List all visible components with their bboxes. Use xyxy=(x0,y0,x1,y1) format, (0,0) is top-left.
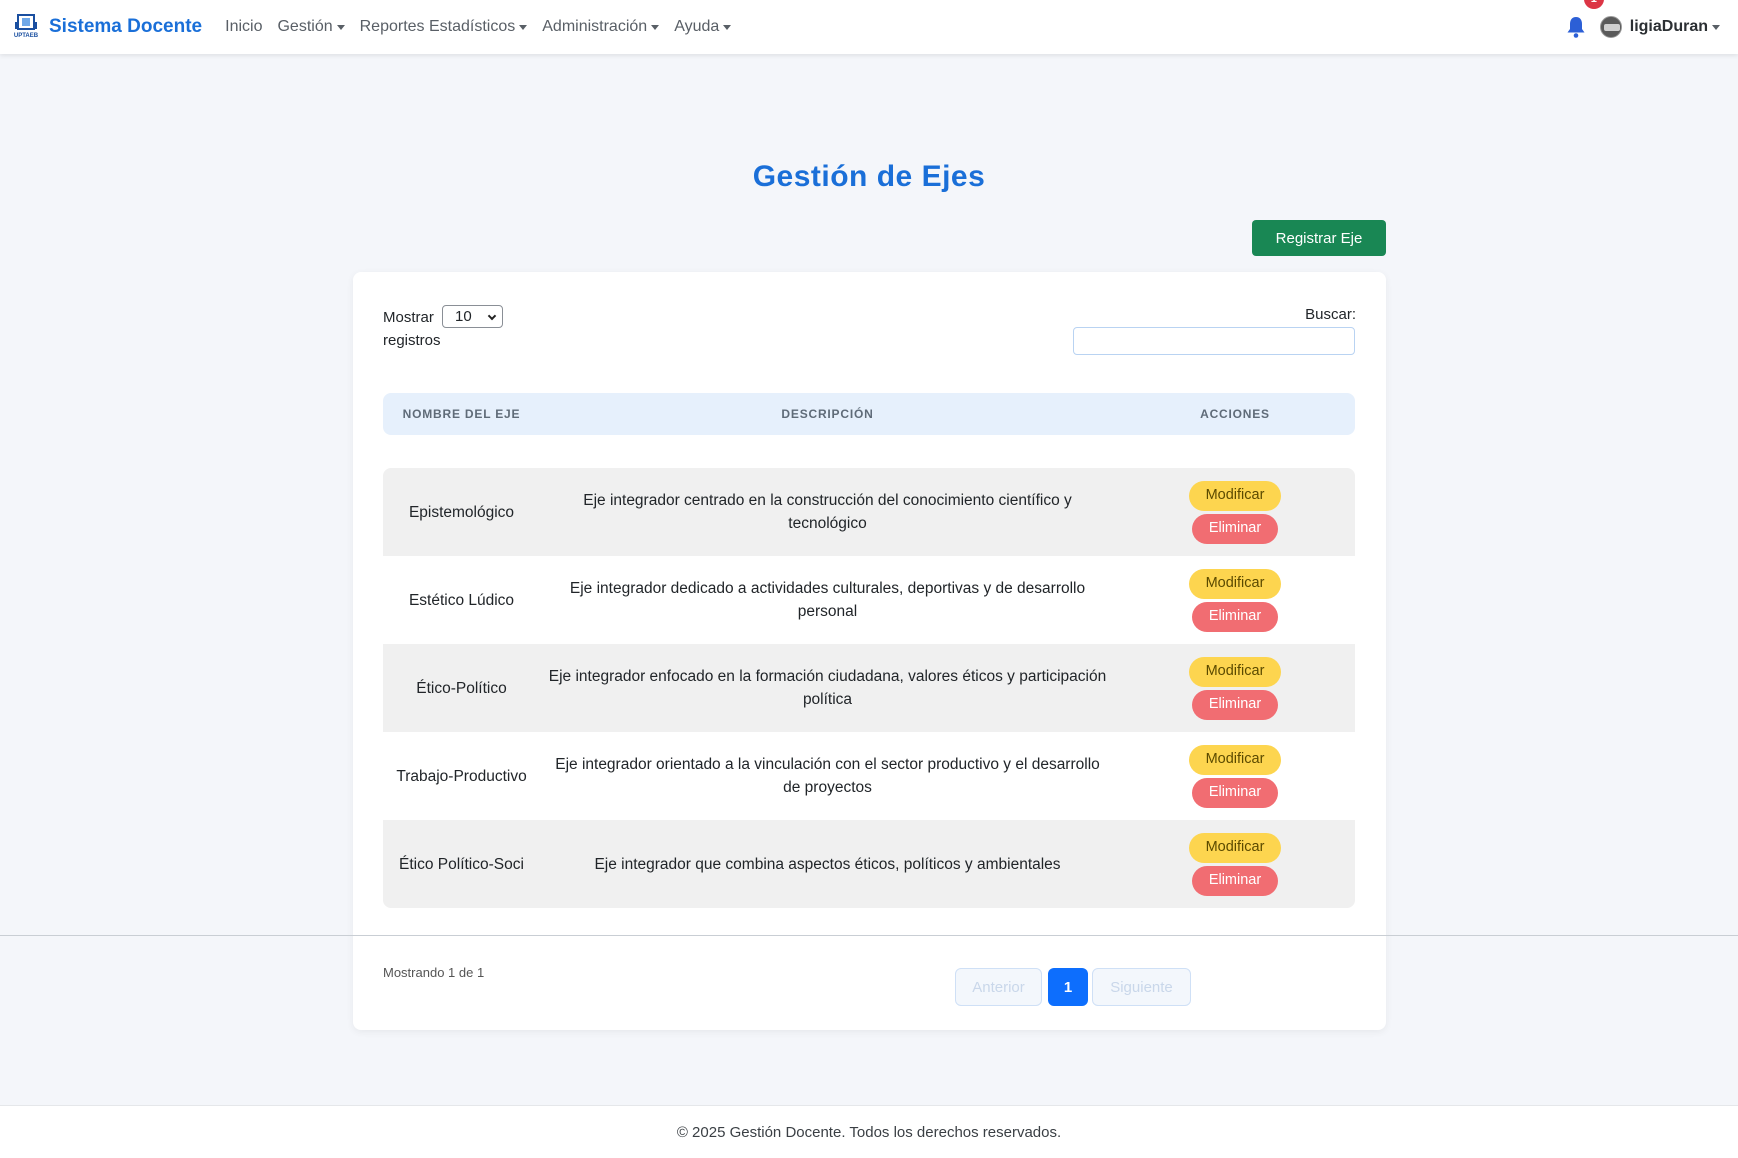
brand-name[interactable]: Sistema Docente xyxy=(49,16,202,38)
pagination-info: Mostrando 1 de 1 xyxy=(383,965,485,980)
page-1-button[interactable]: 1 xyxy=(1048,968,1088,1006)
nav-reportes[interactable]: Reportes Estadísticos xyxy=(360,18,528,36)
pagination: Anterior 1 Siguiente xyxy=(955,968,1191,1006)
caret-down-icon xyxy=(1712,24,1720,30)
modify-button[interactable]: Modificar xyxy=(1189,656,1281,687)
nav-inicio[interactable]: Inicio xyxy=(225,18,262,36)
caret-down-icon xyxy=(336,24,345,30)
cell-name: Ético Político-Soci xyxy=(399,855,524,873)
header-acciones: ACCIONES xyxy=(1200,407,1270,421)
cell-description: Eje integrador enfocado en la formación … xyxy=(548,668,1107,708)
brand[interactable]: UPTAEB Sistema Docente xyxy=(12,13,202,41)
table-header: NOMBRE DEL EJE DESCRIPCIÓN ACCIONES xyxy=(383,393,1355,435)
cell-actions: Modificar Eliminar xyxy=(1115,820,1355,908)
table-row: Ético-Político Eje integrador enfocado e… xyxy=(383,644,1355,732)
page-title: Gestión de Ejes xyxy=(752,160,986,193)
prev-page-button[interactable]: Anterior xyxy=(955,968,1042,1006)
cell-actions: Modificar Eliminar xyxy=(1115,556,1355,644)
modify-button[interactable]: Modificar xyxy=(1189,832,1281,863)
modify-button[interactable]: Modificar xyxy=(1189,744,1281,775)
cell-name: Estético Lúdico xyxy=(408,591,515,609)
nav-right: 1 ligiaDuran xyxy=(1564,0,1720,54)
nav-menu: Inicio Gestión Reportes Estadísticos Adm… xyxy=(225,18,746,36)
nav-administracion[interactable]: Administración xyxy=(542,18,660,36)
cell-actions: Modificar Eliminar xyxy=(1115,644,1355,732)
cell-description: Eje integrador dedicado a actividades cu… xyxy=(569,580,1086,620)
table-body: Epistemológico Eje integrador centrado e… xyxy=(383,468,1355,908)
divider xyxy=(0,935,1738,936)
table-row: Estético Lúdico Eje integrador dedicado … xyxy=(383,556,1355,644)
caret-down-icon xyxy=(651,24,660,30)
nav-gestion[interactable]: Gestión xyxy=(277,18,345,36)
notification-badge: 1 xyxy=(1583,0,1604,9)
delete-button[interactable]: Eliminar xyxy=(1192,601,1278,632)
user-menu[interactable]: ligiaDuran xyxy=(1630,18,1720,36)
delete-button[interactable]: Eliminar xyxy=(1192,513,1278,544)
delete-button[interactable]: Eliminar xyxy=(1192,689,1278,720)
table-card: Mostrar registros 10 Buscar: NOMBRE DEL … xyxy=(353,272,1386,1030)
table-row: Ético Político-Soci Eje integrador que c… xyxy=(383,820,1355,908)
search-input[interactable] xyxy=(1073,327,1355,355)
length-select[interactable]: 10 xyxy=(442,305,503,328)
cell-name: Epistemológico xyxy=(408,503,515,521)
delete-button[interactable]: Eliminar xyxy=(1192,865,1278,896)
cell-actions: Modificar Eliminar xyxy=(1115,732,1355,820)
caret-down-icon xyxy=(723,24,732,30)
bell-icon[interactable]: 1 xyxy=(1564,0,1604,39)
uptaeb-logo-icon: UPTAEB xyxy=(12,13,40,41)
modify-button[interactable]: Modificar xyxy=(1189,568,1281,599)
caret-down-icon xyxy=(519,24,528,30)
footer: © 2025 Gestión Docente. Todos los derech… xyxy=(0,1105,1738,1158)
header-descripcion[interactable]: DESCRIPCIÓN xyxy=(540,393,1115,435)
modify-button[interactable]: Modificar xyxy=(1189,480,1281,511)
cell-actions: Modificar Eliminar xyxy=(1115,468,1355,556)
cell-description: Eje integrador centrado en la construcci… xyxy=(583,492,1072,532)
search-label: Buscar: xyxy=(1305,306,1356,323)
table-row: Trabajo-Productivo Eje integrador orient… xyxy=(383,732,1355,820)
register-eje-button[interactable]: Registrar Eje xyxy=(1252,220,1386,256)
footer-text: © 2025 Gestión Docente. Todos los derech… xyxy=(676,1123,1062,1141)
header-nombre[interactable]: NOMBRE DEL EJE xyxy=(383,393,540,435)
svg-text:UPTAEB: UPTAEB xyxy=(14,33,39,39)
nav-ayuda[interactable]: Ayuda xyxy=(674,18,732,36)
cell-description: Eje integrador orientado a la vinculació… xyxy=(555,756,1100,796)
top-navbar: UPTAEB Sistema Docente Inicio Gestión Re… xyxy=(0,0,1738,54)
user-avatar[interactable] xyxy=(1599,16,1622,38)
delete-button[interactable]: Eliminar xyxy=(1192,777,1278,808)
cell-description: Eje integrador que combina aspectos étic… xyxy=(594,855,1061,873)
cell-name: Trabajo-Productivo xyxy=(396,767,527,785)
table-row: Epistemológico Eje integrador centrado e… xyxy=(383,468,1355,556)
chevron-down-icon xyxy=(487,311,497,321)
next-page-button[interactable]: Siguiente xyxy=(1092,968,1191,1006)
cell-name: Ético-Político xyxy=(416,679,507,697)
